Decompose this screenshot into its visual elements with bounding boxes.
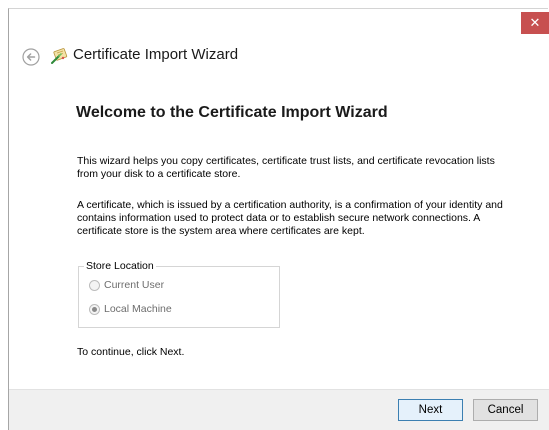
current-user-label: Current User — [104, 279, 165, 291]
back-arrow-icon — [22, 48, 40, 66]
wizard-footer — [9, 389, 549, 430]
certificate-description-paragraph: A certificate, which is issued by a cert… — [77, 199, 503, 237]
back-button[interactable] — [22, 48, 40, 66]
page-heading: Welcome to the Certificate Import Wizard — [76, 104, 388, 121]
store-location-group — [78, 266, 280, 328]
intro-paragraph: This wizard helps you copy certificates,… — [77, 155, 495, 180]
current-user-radio — [89, 279, 100, 291]
close-button[interactable]: ✕ — [521, 12, 549, 34]
local-machine-radio — [89, 303, 100, 315]
continue-instruction: To continue, click Next. — [77, 346, 185, 358]
store-location-legend: Store Location — [84, 260, 156, 272]
local-machine-radio-option: Local Machine — [89, 303, 172, 315]
window-title: Certificate Import Wizard — [73, 46, 239, 63]
close-icon: ✕ — [529, 15, 541, 31]
next-button[interactable]: Next — [398, 399, 463, 421]
current-user-radio-option: Current User — [89, 279, 164, 291]
certificate-wizard-icon — [50, 47, 68, 65]
cancel-button[interactable]: Cancel — [473, 399, 538, 421]
local-machine-label: Local Machine — [104, 303, 172, 315]
